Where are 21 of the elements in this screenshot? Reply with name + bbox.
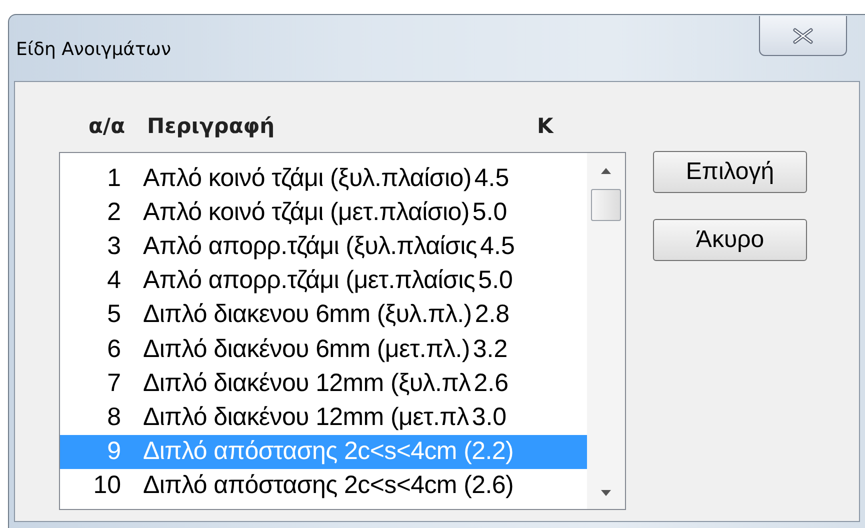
column-header: α/α — [87, 114, 125, 138]
column-header: Περιγραφή — [147, 114, 276, 138]
dialog-button[interactable]: Επιλογή — [653, 151, 807, 193]
scroll-thumb[interactable] — [591, 189, 621, 221]
list-item[interactable]: 2 Απλό κοινό τζάμι (μετ.πλαίσιο)5.0 — [60, 195, 587, 230]
list-item[interactable]: 6 Διπλό διακένου 6mm (μετ.πλ.)3.2 — [60, 332, 587, 366]
list-item[interactable]: 8 Διπλό διακένου 12mm (μετ.πλ3.0 — [60, 400, 587, 434]
column-header: K — [537, 114, 554, 138]
scrollbar[interactable] — [587, 153, 625, 509]
list-item[interactable]: 4 Απλό απορρ.τζάμι (μετ.πλαίσις5.0 — [60, 264, 587, 298]
list-item[interactable]: 7 Διπλό διακένου 12mm (ξυλ.πλ2.6 — [60, 366, 587, 400]
scroll-up-icon[interactable] — [600, 167, 612, 175]
window-title: Είδη Ανοιγμάτων — [16, 39, 172, 60]
scroll-down-icon[interactable] — [600, 489, 612, 497]
close-button[interactable] — [759, 16, 847, 56]
close-icon — [792, 28, 814, 44]
list-item[interactable]: 10 Διπλό απόστασης 2c<s<4cm (2.6) — [60, 468, 587, 503]
list-item[interactable]: 1 Απλό κοινό τζάμι (ξυλ.πλαίσιο)4.5 — [60, 161, 587, 196]
list-item[interactable]: 5 Διπλό διακενου 6mm (ξυλ.πλ.)2.8 — [60, 298, 587, 332]
list-item[interactable]: 3 Απλό απορρ.τζάμι (ξυλ.πλαίσις4.5 — [60, 229, 587, 264]
dialog-button[interactable]: Άκυρο — [653, 219, 807, 261]
